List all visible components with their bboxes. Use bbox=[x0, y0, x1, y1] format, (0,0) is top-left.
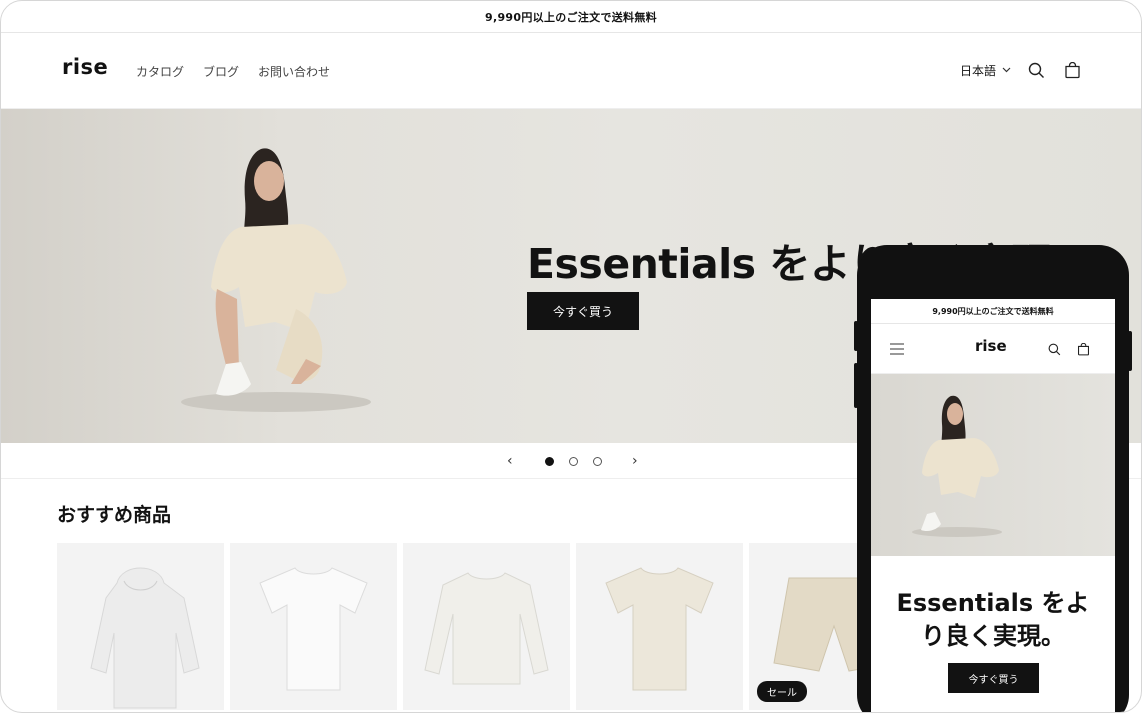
product-card-sweatshirt[interactable] bbox=[403, 543, 570, 710]
chevron-right-icon[interactable]: › bbox=[632, 453, 638, 469]
hero-shop-button[interactable]: 今すぐ買う bbox=[527, 292, 639, 330]
cart-icon bbox=[1064, 61, 1080, 78]
product-card-white-tshirt[interactable] bbox=[230, 543, 397, 710]
phone-side-button bbox=[854, 363, 858, 408]
site-header: rise カタログ ブログ お問い合わせ 日本語 bbox=[1, 33, 1141, 109]
mobile-logo[interactable]: rise bbox=[975, 337, 1007, 355]
cart-icon[interactable] bbox=[1077, 343, 1090, 356]
main-nav: カタログ ブログ お問い合わせ bbox=[136, 63, 330, 80]
hoodie-image bbox=[90, 567, 200, 709]
model-image bbox=[181, 148, 371, 412]
phone-side-button bbox=[1128, 331, 1132, 371]
mobile-hero-title: Essentials をよ り良く実現。 bbox=[871, 587, 1115, 653]
chevron-down-icon bbox=[1002, 67, 1011, 73]
header-actions: 日本語 bbox=[960, 59, 1083, 81]
featured-title: おすすめ商品 bbox=[57, 504, 172, 526]
search-button[interactable] bbox=[1025, 59, 1047, 81]
tshirt-image bbox=[605, 567, 714, 691]
sale-badge: セール bbox=[757, 681, 807, 702]
search-icon[interactable] bbox=[1048, 343, 1061, 356]
product-card-beige-tshirt[interactable] bbox=[576, 543, 743, 710]
sweatshirt-image bbox=[424, 572, 549, 685]
mobile-hero-title-line2: り良く実現。 bbox=[921, 622, 1065, 650]
menu-icon[interactable] bbox=[890, 343, 904, 355]
tshirt-image bbox=[259, 567, 368, 691]
cart-button[interactable] bbox=[1061, 59, 1083, 81]
search-icon bbox=[1028, 62, 1044, 78]
mobile-preview: 9,990円以上のご注文で送料無料 rise Essentials をよ り良く… bbox=[854, 245, 1132, 712]
language-label: 日本語 bbox=[959, 63, 996, 78]
slide-dot[interactable] bbox=[545, 457, 554, 466]
nav-catalog[interactable]: カタログ bbox=[136, 63, 184, 80]
language-selector[interactable]: 日本語 bbox=[960, 62, 1011, 79]
logo[interactable]: rise bbox=[62, 55, 108, 79]
phone-side-button bbox=[854, 321, 858, 351]
mobile-hero-image bbox=[871, 374, 1115, 556]
announcement-bar: 9,990円以上のご注文で送料無料 bbox=[1, 1, 1141, 33]
model-image bbox=[912, 395, 1002, 537]
storefront-page: 9,990円以上のご注文で送料無料 rise カタログ ブログ お問い合わせ 日… bbox=[0, 0, 1142, 713]
slide-dot[interactable] bbox=[593, 457, 602, 466]
nav-contact[interactable]: お問い合わせ bbox=[258, 63, 330, 80]
product-card-hoodie[interactable] bbox=[57, 543, 224, 710]
slide-dot[interactable] bbox=[569, 457, 578, 466]
product-grid: セール bbox=[57, 543, 916, 710]
nav-blog[interactable]: ブログ bbox=[203, 63, 239, 80]
chevron-left-icon[interactable]: ‹ bbox=[507, 453, 513, 469]
mobile-announcement-bar: 9,990円以上のご注文で送料無料 bbox=[871, 299, 1115, 324]
mobile-shop-button[interactable]: 今すぐ買う bbox=[948, 663, 1039, 693]
mobile-header: rise bbox=[871, 324, 1115, 374]
mobile-screen: 9,990円以上のご注文で送料無料 rise Essentials をよ り良く… bbox=[871, 299, 1115, 712]
mobile-hero-title-line1: Essentials をよ bbox=[896, 589, 1090, 617]
